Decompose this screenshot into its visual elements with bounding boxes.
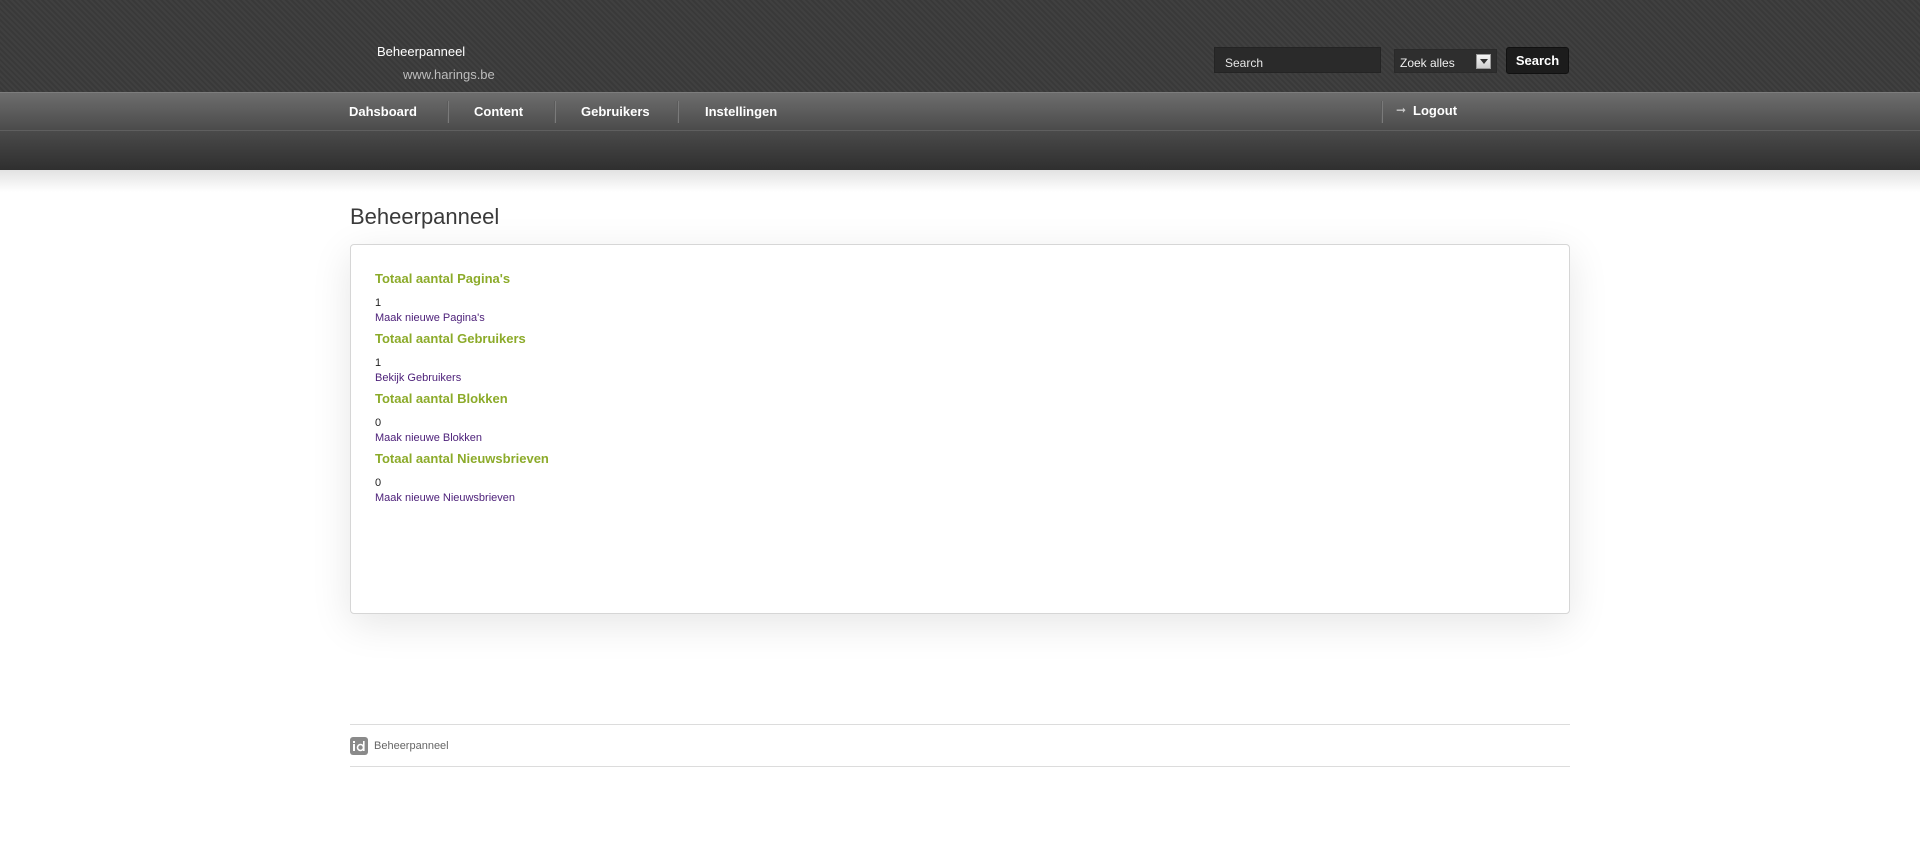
dashboard-panel: Totaal aantal Pagina's 1 Maak nieuwe Pag…: [350, 244, 1570, 614]
stat-value: 0: [375, 477, 382, 489]
main-nav: Dahsboard Content Gebruikers Instellinge…: [0, 92, 1920, 130]
id-logo-icon: [350, 737, 368, 755]
nav-item-content[interactable]: Content: [474, 93, 523, 130]
nav-item-users[interactable]: Gebruikers: [581, 93, 650, 130]
nav-item-settings[interactable]: Instellingen: [705, 93, 777, 130]
nav-separator: [1381, 101, 1383, 123]
nav-item-dashboard[interactable]: Dahsboard: [349, 93, 417, 130]
logout-link[interactable]: Logout: [1413, 93, 1457, 129]
search-scope-value: Zoek alles: [1400, 56, 1455, 70]
nav-separator: [677, 101, 679, 123]
create-pages-link[interactable]: Maak nieuwe Pagina's: [375, 312, 485, 324]
stat-value: 0: [375, 417, 382, 429]
stat-title: Totaal aantal Blokken: [375, 391, 508, 406]
footer-text: Beheerpanneel: [374, 740, 449, 752]
nav-separator: [554, 101, 556, 123]
create-newsletters-link[interactable]: Maak nieuwe Nieuwsbrieven: [375, 492, 515, 504]
sub-nav-bar: [0, 130, 1920, 170]
stat-title: Totaal aantal Gebruikers: [375, 331, 526, 346]
chevron-down-icon[interactable]: [1476, 54, 1491, 69]
arrow-right-icon: ➞: [1396, 103, 1407, 117]
brand-subtitle: www.harings.be: [403, 67, 495, 82]
search-input[interactable]: [1214, 47, 1381, 73]
view-users-link[interactable]: Bekijk Gebruikers: [375, 372, 461, 384]
header-shadow: [0, 170, 1920, 192]
footer: Beheerpanneel: [350, 724, 1570, 767]
search-scope-select[interactable]: Zoek alles: [1394, 49, 1497, 73]
brand-title: Beheerpanneel: [377, 44, 466, 59]
search-button[interactable]: Search: [1506, 47, 1569, 74]
stat-title: Totaal aantal Nieuwsbrieven: [375, 451, 549, 466]
stat-title: Totaal aantal Pagina's: [375, 271, 511, 286]
stat-value: 1: [375, 297, 382, 309]
top-header: Beheerpanneel www.harings.be Zoek alles …: [0, 0, 1920, 92]
create-blocks-link[interactable]: Maak nieuwe Blokken: [375, 432, 482, 444]
nav-separator: [447, 101, 449, 123]
stat-value: 1: [375, 357, 382, 369]
page-title: Beheerpanneel: [350, 204, 500, 229]
